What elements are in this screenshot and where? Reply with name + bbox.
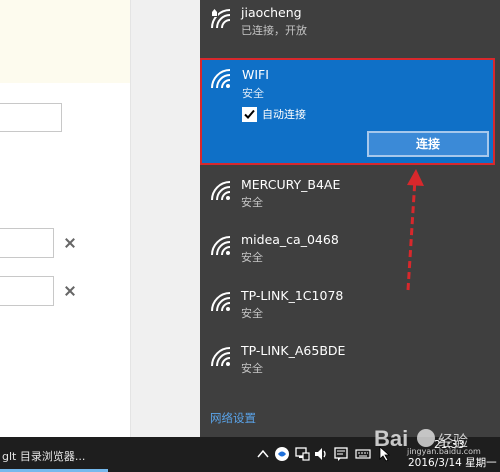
network-item-midea[interactable]: midea_ca_0468 安全: [200, 227, 500, 282]
network-item-tplink-a65bde[interactable]: TP-LINK_A65BDE 安全: [200, 338, 500, 393]
text-field-3[interactable]: [0, 276, 54, 306]
connect-button[interactable]: 连接: [367, 131, 489, 157]
app-tray-icon[interactable]: [274, 446, 290, 462]
checkmark-icon: [244, 109, 255, 119]
annotation-arrow: [406, 169, 424, 291]
clear-icon[interactable]: [65, 286, 75, 296]
network-name: midea_ca_0468: [241, 232, 339, 247]
page-margin: [131, 0, 205, 437]
network-item-mercury[interactable]: MERCURY_B4AE 安全: [200, 172, 500, 227]
network-item-tplink-1c1078[interactable]: TP-LINK_1C1078 安全: [200, 283, 500, 338]
auto-connect-label[interactable]: 自动连接: [262, 106, 306, 122]
network-status: 安全: [241, 307, 263, 320]
network-settings-link[interactable]: 网络设置: [210, 410, 256, 426]
wifi-icon: [211, 181, 231, 201]
network-name: TP-LINK_A65BDE: [241, 343, 346, 358]
notification-icon[interactable]: [333, 446, 349, 462]
text-field-1[interactable]: [0, 103, 62, 132]
chevron-up-icon[interactable]: [255, 446, 271, 462]
network-status: 安全: [241, 251, 263, 264]
network-status: 安全: [241, 196, 263, 209]
watermark-url: jingyan.baidu.com: [407, 447, 481, 456]
clock-date[interactable]: 2016/3/14 星期一: [408, 455, 497, 470]
network-item-wifi-selected[interactable]: WIFI 安全 自动连接 连接: [200, 58, 495, 165]
network-name: jiaocheng: [241, 5, 302, 20]
network-icon[interactable]: [294, 446, 310, 462]
auto-connect-checkbox[interactable]: [242, 107, 257, 122]
network-status: 安全: [241, 362, 263, 375]
network-item-jiaocheng[interactable]: jiaocheng 已连接，开放: [200, 0, 500, 55]
notice-area: [0, 0, 130, 83]
network-status: 已连接，开放: [241, 24, 307, 37]
taskbar-window-button[interactable]: glt 目录浏览器...: [2, 448, 85, 464]
keyboard-input-icon[interactable]: [355, 446, 371, 462]
wifi-icon: [211, 347, 231, 367]
wifi-flyout: jiaocheng 已连接，开放 WIFI 安全 自动连接 连接 MERCURY…: [200, 0, 500, 437]
form-panel: [0, 0, 131, 437]
wifi-icon: [211, 69, 231, 89]
background-window: [0, 0, 205, 437]
wifi-icon: [211, 236, 231, 256]
clear-icon[interactable]: [65, 238, 75, 248]
svg-text:Bai: Bai: [374, 426, 408, 451]
network-name: MERCURY_B4AE: [241, 177, 341, 192]
network-name: TP-LINK_1C1078: [241, 288, 344, 303]
wifi-connected-icon: [211, 9, 231, 29]
network-name: WIFI: [242, 67, 269, 82]
wifi-icon: [211, 292, 231, 312]
volume-icon[interactable]: [313, 446, 329, 462]
network-status: 安全: [242, 87, 264, 100]
text-field-2[interactable]: [0, 228, 54, 258]
